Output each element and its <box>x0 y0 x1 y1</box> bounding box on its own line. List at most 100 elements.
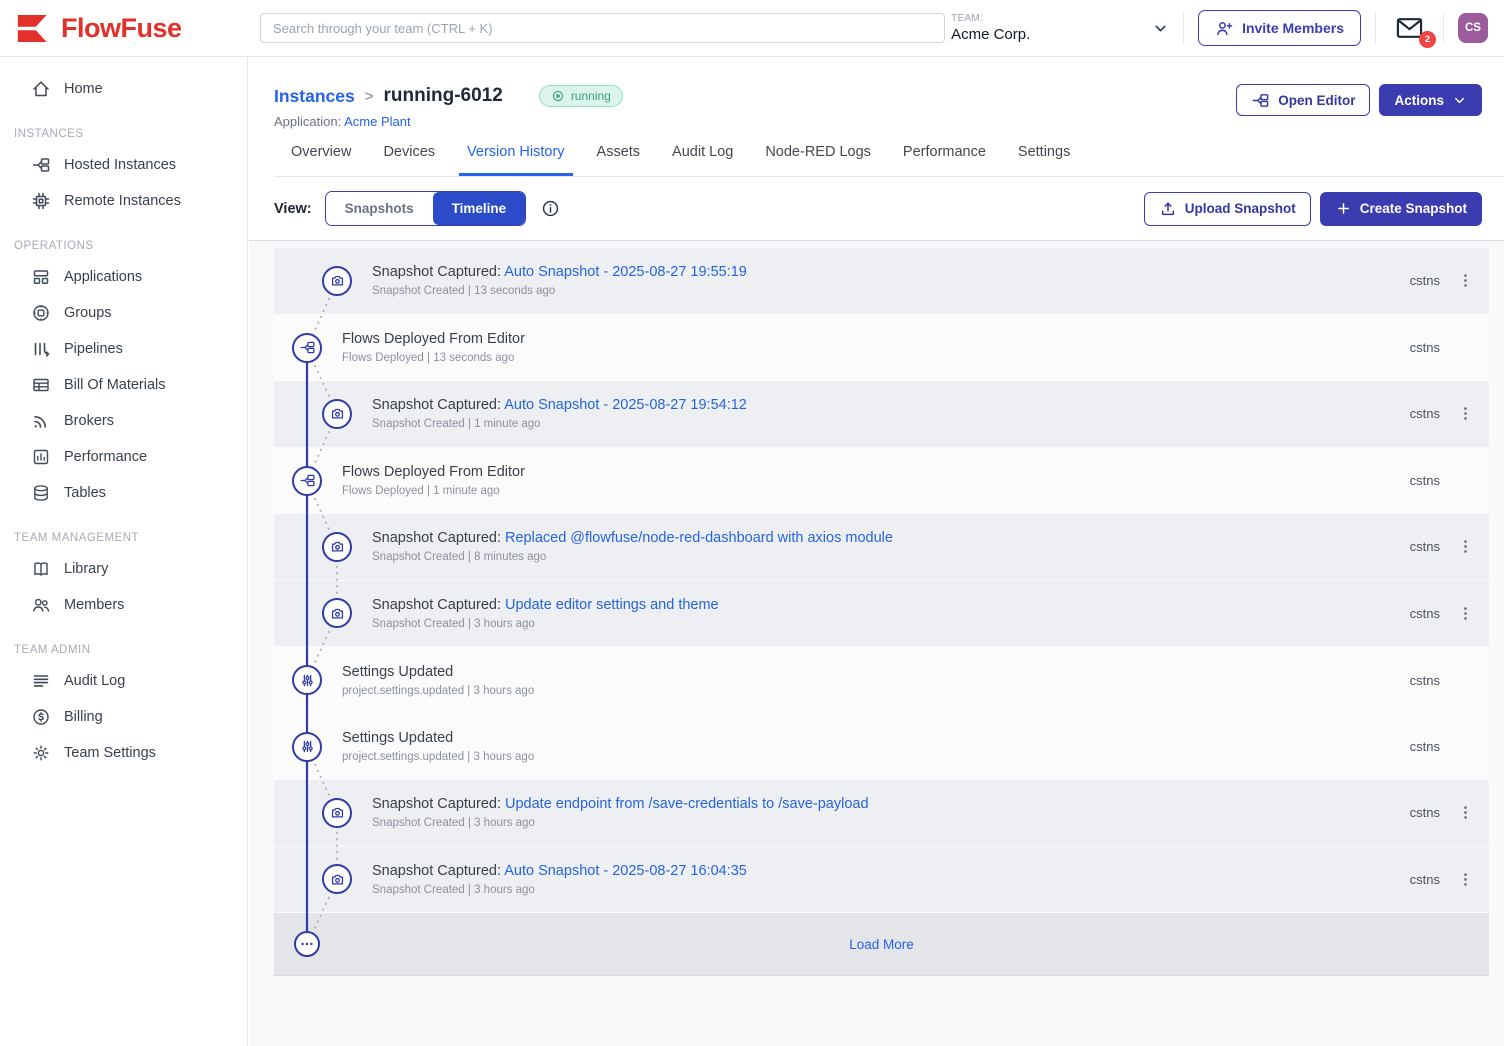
ellipsis-icon <box>294 931 320 957</box>
event-user: cstns <box>1410 673 1440 688</box>
flowfuse-logo[interactable]: FlowFuse <box>0 13 248 44</box>
event-user: cstns <box>1410 539 1440 554</box>
tab-overview[interactable]: Overview <box>283 144 359 176</box>
tab-settings[interactable]: Settings <box>1010 144 1078 176</box>
event-meta: Snapshot Created | 8 minutes ago <box>372 551 1410 563</box>
timeline-event-row: Flows Deployed From Editor Flows Deploye… <box>274 448 1489 515</box>
groups-icon <box>31 303 51 323</box>
tab-performance[interactable]: Performance <box>895 144 994 176</box>
timeline-event-row: Snapshot Captured: Auto Snapshot - 2025-… <box>274 248 1489 315</box>
event-title: Snapshot Captured: <box>372 397 504 413</box>
event-user: cstns <box>1410 473 1440 488</box>
camera-icon <box>322 864 352 894</box>
event-title: Snapshot Captured: <box>372 264 504 280</box>
sidebar-heading-team-admin: TEAM ADMIN <box>14 644 247 656</box>
event-user: cstns <box>1410 739 1440 754</box>
event-user: cstns <box>1410 805 1440 820</box>
invite-members-button[interactable]: Invite Members <box>1198 10 1361 46</box>
avatar[interactable]: CS <box>1458 13 1488 43</box>
camera-icon <box>322 399 352 429</box>
kebab-menu-icon[interactable] <box>1457 405 1474 422</box>
timeline-event-row: Settings Updated project.settings.update… <box>274 714 1489 781</box>
view-label: View: <box>274 201 312 217</box>
application-link[interactable]: Acme Plant <box>344 114 410 129</box>
load-more-row: Load More <box>274 913 1489 976</box>
sidebar-item-billing[interactable]: Billing <box>0 699 247 735</box>
event-meta: Flows Deployed | 1 minute ago <box>342 485 1410 497</box>
snapshot-link[interactable]: Replaced @flowfuse/node-red-dashboard wi… <box>505 530 893 546</box>
tab-devices[interactable]: Devices <box>375 144 443 176</box>
sidebar-item-groups[interactable]: Groups <box>0 295 247 331</box>
sidebar-item-hosted-instances[interactable]: Hosted Instances <box>0 147 247 183</box>
sidebar-item-remote-instances[interactable]: Remote Instances <box>0 183 247 219</box>
gear-icon <box>31 743 51 763</box>
actions-button[interactable]: Actions <box>1379 84 1482 116</box>
chevron-down-icon <box>1152 20 1169 37</box>
tab-audit-log[interactable]: Audit Log <box>664 144 741 176</box>
info-icon[interactable] <box>541 199 560 218</box>
camera-icon <box>322 266 352 296</box>
search-input[interactable] <box>260 13 945 43</box>
tab-assets[interactable]: Assets <box>589 144 649 176</box>
audit-log-icon <box>31 671 51 691</box>
tab-node-red-logs[interactable]: Node-RED Logs <box>757 144 879 176</box>
divider <box>1183 13 1184 43</box>
event-title: Snapshot Captured: <box>372 597 505 613</box>
settings-sliders-icon <box>292 665 322 695</box>
brokers-icon <box>31 411 51 431</box>
notifications-button[interactable]: 2 <box>1390 15 1429 41</box>
snapshot-link[interactable]: Update editor settings and theme <box>505 597 719 613</box>
kebab-menu-icon[interactable] <box>1457 871 1474 888</box>
view-toggle-timeline[interactable]: Timeline <box>433 192 526 225</box>
sidebar-item-performance[interactable]: Performance <box>0 439 247 475</box>
sidebar-item-team-settings[interactable]: Team Settings <box>0 735 247 771</box>
create-snapshot-button[interactable]: Create Snapshot <box>1320 192 1482 226</box>
team-label: TEAM: <box>951 13 1030 24</box>
sidebar-item-brokers[interactable]: Brokers <box>0 403 247 439</box>
upload-snapshot-button[interactable]: Upload Snapshot <box>1144 192 1311 226</box>
snapshot-link[interactable]: Auto Snapshot - 2025-08-27 19:54:12 <box>504 397 747 413</box>
event-title: Settings Updated <box>342 730 453 746</box>
tab-version-history[interactable]: Version History <box>459 144 573 176</box>
breadcrumb-instances-link[interactable]: Instances <box>274 86 355 107</box>
timeline-event-row: Flows Deployed From Editor Flows Deploye… <box>274 315 1489 382</box>
sidebar-item-applications[interactable]: Applications <box>0 259 247 295</box>
performance-icon <box>31 447 51 467</box>
sidebar-item-members[interactable]: Members <box>0 587 247 623</box>
status-badge: running <box>539 85 623 107</box>
sidebar-item-tables[interactable]: Tables <box>0 475 247 511</box>
plus-icon <box>1335 200 1352 217</box>
kebab-menu-icon[interactable] <box>1457 538 1474 555</box>
timeline-list: Snapshot Captured: Auto Snapshot - 2025-… <box>274 248 1489 976</box>
sidebar-heading-operations: OPERATIONS <box>14 240 247 252</box>
view-toggle-snapshots[interactable]: Snapshots <box>326 192 433 225</box>
snapshot-link[interactable]: Auto Snapshot - 2025-08-27 16:04:35 <box>504 863 747 879</box>
kebab-menu-icon[interactable] <box>1457 804 1474 821</box>
sidebar-item-pipelines[interactable]: Pipelines <box>0 331 247 367</box>
event-title: Settings Updated <box>342 664 453 680</box>
divider <box>1443 13 1444 43</box>
sidebar-item-home[interactable]: Home <box>0 71 247 107</box>
load-more-link[interactable]: Load More <box>849 937 914 952</box>
timeline-event-row: Settings Updated project.settings.update… <box>274 647 1489 714</box>
snapshot-link[interactable]: Auto Snapshot - 2025-08-27 19:55:19 <box>504 264 747 280</box>
sidebar: Home INSTANCES Hosted Instances Remote I… <box>0 57 248 1046</box>
flows-deployed-icon <box>292 333 322 363</box>
kebab-menu-icon[interactable] <box>1457 272 1474 289</box>
timeline-event-row: Snapshot Captured: Update editor setting… <box>274 581 1489 648</box>
snapshot-link[interactable]: Update endpoint from /save-credentials t… <box>505 796 869 812</box>
open-editor-button[interactable]: Open Editor <box>1236 84 1370 116</box>
timeline-event-row: Snapshot Captured: Replaced @flowfuse/no… <box>274 514 1489 581</box>
flowfuse-logo-icon <box>16 13 52 44</box>
event-user: cstns <box>1410 872 1440 887</box>
event-meta: Snapshot Created | 3 hours ago <box>372 618 1410 630</box>
team-selector[interactable]: TEAM: Acme Corp. <box>951 13 1169 43</box>
flows-deployed-icon <box>292 466 322 496</box>
sidebar-item-bill-of-materials[interactable]: Bill Of Materials <box>0 367 247 403</box>
event-meta: project.settings.updated | 3 hours ago <box>342 685 1410 697</box>
remote-instances-icon <box>31 191 51 211</box>
kebab-menu-icon[interactable] <box>1457 605 1474 622</box>
sidebar-item-library[interactable]: Library <box>0 551 247 587</box>
sidebar-item-audit-log[interactable]: Audit Log <box>0 663 247 699</box>
event-user: cstns <box>1410 340 1440 355</box>
